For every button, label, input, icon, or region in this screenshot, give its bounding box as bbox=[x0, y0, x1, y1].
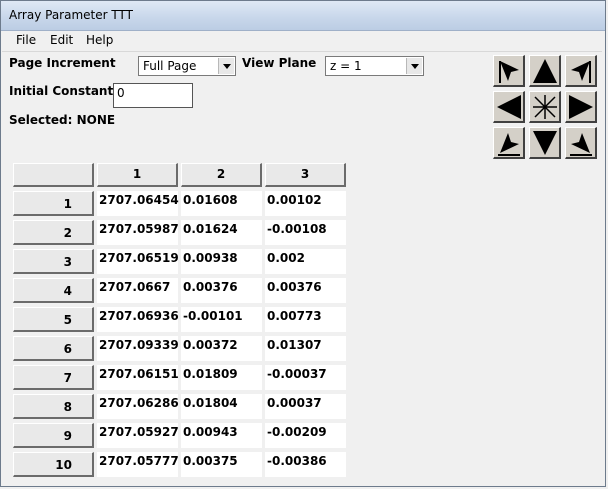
table-cell[interactable]: -0.00101 bbox=[181, 307, 262, 332]
up-left-arrow-icon[interactable] bbox=[493, 55, 525, 87]
row-header[interactable]: 6 bbox=[13, 336, 94, 361]
table-cell[interactable]: 2707.06519 bbox=[97, 249, 179, 274]
table-cell[interactable]: 2707.05927 bbox=[97, 423, 179, 448]
table-cell[interactable]: 0.01608 bbox=[181, 191, 262, 216]
table-corner-header[interactable] bbox=[13, 163, 94, 187]
view-plane-value: z = 1 bbox=[330, 59, 362, 73]
table-cell[interactable]: 2707.06936 bbox=[97, 307, 179, 332]
table-cell[interactable]: 0.00773 bbox=[265, 307, 346, 332]
row-header[interactable]: 2 bbox=[13, 220, 94, 245]
menu-bar: File Edit Help bbox=[2, 31, 602, 52]
table-cell[interactable]: 0.01804 bbox=[181, 394, 262, 419]
down-right-arrow-icon[interactable] bbox=[565, 127, 597, 159]
table-cell[interactable]: 0.00376 bbox=[265, 278, 346, 303]
view-plane-label: View Plane bbox=[242, 56, 317, 70]
menu-help[interactable]: Help bbox=[84, 33, 115, 47]
column-header[interactable]: 1 bbox=[97, 163, 178, 187]
table-cell[interactable]: -0.00209 bbox=[265, 423, 346, 448]
chevron-down-icon[interactable] bbox=[406, 58, 422, 74]
menu-edit[interactable]: Edit bbox=[48, 33, 75, 47]
row-header[interactable]: 9 bbox=[13, 423, 94, 448]
table-cell[interactable]: 0.01307 bbox=[265, 336, 346, 361]
title-bar: Array Parameter TTT bbox=[1, 1, 605, 31]
table-cell[interactable]: 0.00375 bbox=[181, 452, 262, 477]
table-cell[interactable]: 0.01624 bbox=[181, 220, 262, 245]
table-cell[interactable]: -0.00386 bbox=[265, 452, 346, 477]
table-cell[interactable]: 0.00372 bbox=[181, 336, 262, 361]
column-header[interactable]: 3 bbox=[265, 163, 346, 187]
down-left-arrow-icon[interactable] bbox=[493, 127, 525, 159]
initial-constant-input[interactable]: 0 bbox=[113, 83, 193, 108]
table-cell[interactable]: 0.00102 bbox=[265, 191, 346, 216]
table-cell[interactable]: 0.00376 bbox=[181, 278, 262, 303]
page-increment-value: Full Page bbox=[143, 59, 197, 73]
table-cell[interactable]: 0.00938 bbox=[181, 249, 262, 274]
row-header[interactable]: 4 bbox=[13, 278, 94, 303]
table-cell[interactable]: -0.00108 bbox=[265, 220, 346, 245]
table-cell[interactable]: 2707.06454 bbox=[97, 191, 179, 216]
table-cell[interactable]: 0.00943 bbox=[181, 423, 262, 448]
app-window: Array Parameter TTT File Edit Help Page … bbox=[0, 0, 606, 487]
page-increment-label: Page Increment bbox=[9, 56, 116, 70]
table-cell[interactable]: 2707.06286 bbox=[97, 394, 179, 419]
row-header[interactable]: 1 bbox=[13, 191, 94, 216]
table-cell[interactable]: 2707.05987 bbox=[97, 220, 179, 245]
center-star-icon[interactable] bbox=[529, 91, 561, 123]
initial-constant-label: Initial Constant bbox=[9, 84, 114, 98]
table-cell[interactable]: 2707.0667 bbox=[97, 278, 178, 303]
up-arrow-icon[interactable] bbox=[529, 55, 561, 87]
chevron-down-icon[interactable] bbox=[218, 58, 234, 74]
up-right-arrow-icon[interactable] bbox=[565, 55, 597, 87]
column-header[interactable]: 2 bbox=[181, 163, 262, 187]
table-cell[interactable]: 0.01809 bbox=[181, 365, 262, 390]
row-header[interactable]: 8 bbox=[13, 394, 94, 419]
left-arrow-icon[interactable] bbox=[493, 91, 525, 123]
table-cell[interactable]: 2707.05777 bbox=[97, 452, 179, 477]
page-increment-dropdown[interactable]: Full Page bbox=[138, 56, 236, 76]
view-plane-dropdown[interactable]: z = 1 bbox=[325, 56, 424, 76]
row-header[interactable]: 3 bbox=[13, 249, 94, 274]
table-cell[interactable]: 0.002 bbox=[265, 249, 346, 274]
table-cell[interactable]: 2707.06151 bbox=[97, 365, 179, 390]
row-header[interactable]: 10 bbox=[13, 452, 94, 477]
window-title: Array Parameter TTT bbox=[9, 8, 133, 22]
selected-status: Selected: NONE bbox=[9, 113, 116, 127]
down-arrow-icon[interactable] bbox=[529, 127, 561, 159]
table-cell[interactable]: 0.00037 bbox=[265, 394, 346, 419]
row-header[interactable]: 7 bbox=[13, 365, 94, 390]
table-cell[interactable]: 2707.09339 bbox=[97, 336, 179, 361]
menu-file[interactable]: File bbox=[14, 33, 38, 47]
row-header[interactable]: 5 bbox=[13, 307, 94, 332]
right-arrow-icon[interactable] bbox=[565, 91, 597, 123]
table-cell[interactable]: -0.00037 bbox=[265, 365, 346, 390]
